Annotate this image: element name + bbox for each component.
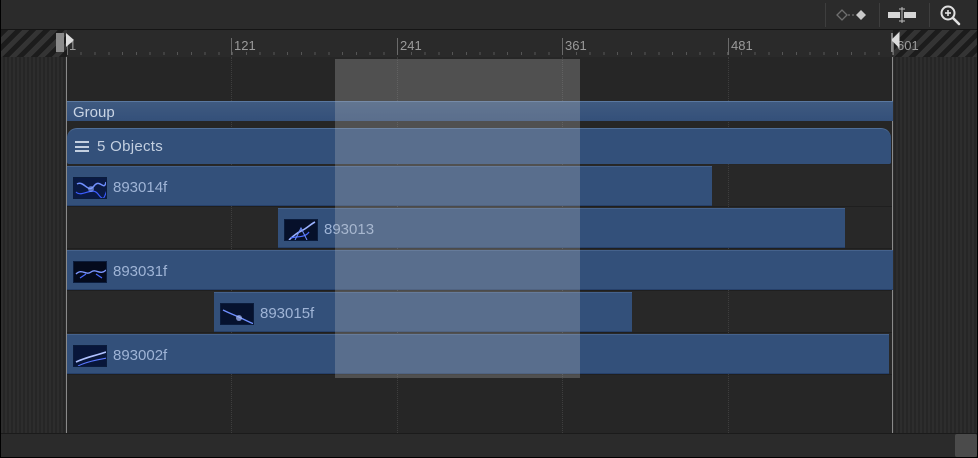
- keyframe-navigation-icon[interactable]: [832, 4, 872, 26]
- timeline-window: 1 121 241 361 481 601 Group 5 Objects 89…: [1, 0, 977, 457]
- clip-name: 893031f: [113, 263, 168, 280]
- ruler-tick: [728, 38, 729, 55]
- out-of-range-left: [1, 57, 66, 433]
- clip-name: 893002f: [113, 347, 168, 364]
- ruler-tick-label: 121: [234, 38, 256, 53]
- selection-region[interactable]: [335, 59, 580, 378]
- ruler-tick: [397, 38, 398, 55]
- clip-thumbnail: [73, 177, 107, 199]
- clip-thumbnail: [220, 303, 254, 325]
- ruler-tick-label: 481: [731, 38, 753, 53]
- ruler-minor-ticks: [67, 52, 893, 55]
- ruler-tick-label: 241: [400, 38, 422, 53]
- toolbar-separator: [879, 3, 880, 27]
- group-label: Group: [73, 104, 115, 121]
- layer-stack-icon: [75, 141, 89, 152]
- snapping-icon[interactable]: [885, 4, 919, 26]
- toolbar-separator: [929, 3, 930, 27]
- clip-thumbnail: [284, 219, 318, 241]
- scrollbar-thumb[interactable]: [955, 434, 977, 457]
- ruler-tick: [562, 38, 563, 55]
- ruler-tick: [231, 38, 232, 55]
- out-of-range-right: [892, 57, 977, 433]
- clip-name: 893015f: [260, 305, 315, 322]
- horizontal-scrollbar[interactable]: [1, 433, 977, 457]
- clip-thumbnail: [73, 261, 107, 283]
- toolbar-separator: [825, 3, 826, 27]
- ruler-tick-label: 361: [565, 38, 587, 53]
- play-range-out-marker[interactable]: [887, 30, 901, 57]
- timeline-toolbar: [1, 0, 977, 30]
- layer-label: 5 Objects: [97, 138, 164, 155]
- time-ruler[interactable]: 1 121 241 361 481 601: [1, 30, 977, 57]
- play-range-in-marker[interactable]: [56, 30, 76, 57]
- zoom-icon[interactable]: [936, 4, 964, 26]
- clip-name: 893014f: [113, 179, 168, 196]
- clip-thumbnail: [73, 345, 107, 367]
